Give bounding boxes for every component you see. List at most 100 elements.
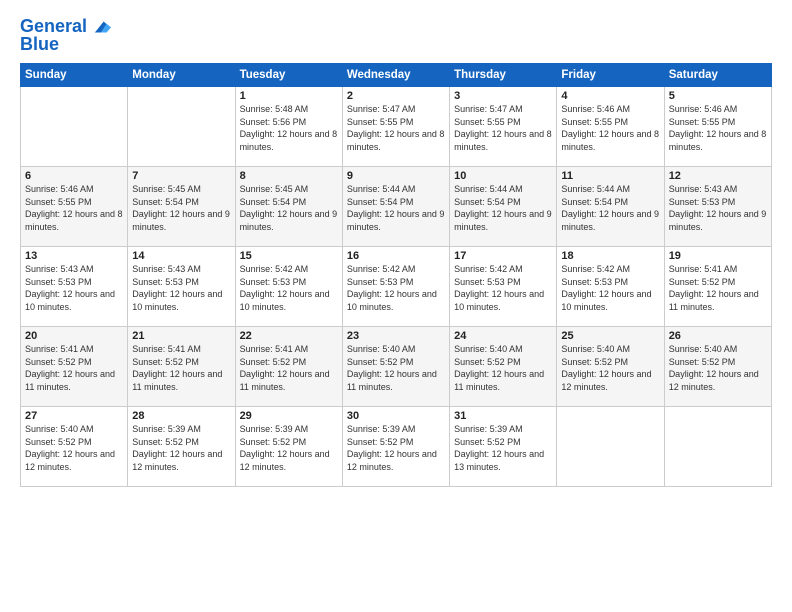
calendar-cell: 21 Sunrise: 5:41 AMSunset: 5:52 PMDayligh… (128, 327, 235, 407)
calendar-cell: 30 Sunrise: 5:39 AMSunset: 5:52 PMDayligh… (342, 407, 449, 487)
day-info: Sunrise: 5:47 AMSunset: 5:55 PMDaylight:… (454, 104, 552, 152)
day-number: 14 (132, 250, 230, 262)
day-number: 17 (454, 250, 552, 262)
day-number: 4 (561, 90, 659, 102)
day-info: Sunrise: 5:40 AMSunset: 5:52 PMDaylight:… (669, 344, 759, 392)
logo: General Blue (20, 16, 113, 55)
weekday-header: Saturday (664, 64, 771, 87)
day-number: 29 (240, 410, 338, 422)
logo-icon (89, 16, 111, 38)
day-number: 7 (132, 170, 230, 182)
day-info: Sunrise: 5:47 AMSunset: 5:55 PMDaylight:… (347, 104, 445, 152)
day-number: 11 (561, 170, 659, 182)
weekday-header: Tuesday (235, 64, 342, 87)
calendar-cell: 22 Sunrise: 5:41 AMSunset: 5:52 PMDayligh… (235, 327, 342, 407)
calendar-cell: 10 Sunrise: 5:44 AMSunset: 5:54 PMDayligh… (450, 167, 557, 247)
day-info: Sunrise: 5:43 AMSunset: 5:53 PMDaylight:… (132, 264, 222, 312)
calendar-week-row: 1 Sunrise: 5:48 AMSunset: 5:56 PMDaylight… (21, 87, 772, 167)
calendar-cell: 2 Sunrise: 5:47 AMSunset: 5:55 PMDaylight… (342, 87, 449, 167)
day-info: Sunrise: 5:43 AMSunset: 5:53 PMDaylight:… (669, 184, 767, 232)
day-number: 30 (347, 410, 445, 422)
day-number: 23 (347, 330, 445, 342)
header: General Blue (20, 16, 772, 55)
day-number: 22 (240, 330, 338, 342)
day-info: Sunrise: 5:41 AMSunset: 5:52 PMDaylight:… (132, 344, 222, 392)
day-number: 31 (454, 410, 552, 422)
calendar-cell (21, 87, 128, 167)
day-number: 8 (240, 170, 338, 182)
calendar-header-row: SundayMondayTuesdayWednesdayThursdayFrid… (21, 64, 772, 87)
day-info: Sunrise: 5:41 AMSunset: 5:52 PMDaylight:… (240, 344, 330, 392)
weekday-header: Wednesday (342, 64, 449, 87)
day-info: Sunrise: 5:40 AMSunset: 5:52 PMDaylight:… (347, 344, 437, 392)
calendar-body: 1 Sunrise: 5:48 AMSunset: 5:56 PMDaylight… (21, 87, 772, 487)
calendar-cell: 17 Sunrise: 5:42 AMSunset: 5:53 PMDayligh… (450, 247, 557, 327)
day-info: Sunrise: 5:48 AMSunset: 5:56 PMDaylight:… (240, 104, 338, 152)
day-number: 20 (25, 330, 123, 342)
calendar-cell: 6Sunrise: 5:46 AMSunset: 5:55 PMDaylight… (21, 167, 128, 247)
calendar-cell: 3 Sunrise: 5:47 AMSunset: 5:55 PMDaylight… (450, 87, 557, 167)
day-info: Sunrise: 5:44 AMSunset: 5:54 PMDaylight:… (454, 184, 552, 232)
day-number: 12 (669, 170, 767, 182)
calendar-cell: 23 Sunrise: 5:40 AMSunset: 5:52 PMDayligh… (342, 327, 449, 407)
weekday-header: Thursday (450, 64, 557, 87)
day-info: Sunrise: 5:40 AMSunset: 5:52 PMDaylight:… (561, 344, 651, 392)
calendar-cell: 16Sunrise: 5:42 AMSunset: 5:53 PMDayligh… (342, 247, 449, 327)
day-number: 18 (561, 250, 659, 262)
calendar-cell: 4 Sunrise: 5:46 AMSunset: 5:55 PMDaylight… (557, 87, 664, 167)
calendar-week-row: 6Sunrise: 5:46 AMSunset: 5:55 PMDaylight… (21, 167, 772, 247)
day-number: 13 (25, 250, 123, 262)
calendar-cell: 25 Sunrise: 5:40 AMSunset: 5:52 PMDayligh… (557, 327, 664, 407)
calendar-cell: 28 Sunrise: 5:39 AMSunset: 5:52 PMDayligh… (128, 407, 235, 487)
calendar-week-row: 20 Sunrise: 5:41 AMSunset: 5:52 PMDayligh… (21, 327, 772, 407)
day-info: Sunrise: 5:46 AMSunset: 5:55 PMDaylight:… (561, 104, 659, 152)
day-info: Sunrise: 5:44 AMSunset: 5:54 PMDaylight:… (561, 184, 659, 232)
day-number: 2 (347, 90, 445, 102)
day-number: 25 (561, 330, 659, 342)
calendar-cell: 27Sunrise: 5:40 AMSunset: 5:52 PMDayligh… (21, 407, 128, 487)
day-number: 24 (454, 330, 552, 342)
calendar-cell: 8 Sunrise: 5:45 AMSunset: 5:54 PMDaylight… (235, 167, 342, 247)
day-info: Sunrise: 5:39 AMSunset: 5:52 PMDaylight:… (347, 424, 437, 472)
calendar-cell: 15 Sunrise: 5:42 AMSunset: 5:53 PMDayligh… (235, 247, 342, 327)
calendar-cell: 5Sunrise: 5:46 AMSunset: 5:55 PMDaylight… (664, 87, 771, 167)
day-info: Sunrise: 5:41 AMSunset: 5:52 PMDaylight:… (25, 344, 115, 392)
day-info: Sunrise: 5:39 AMSunset: 5:52 PMDaylight:… (132, 424, 222, 472)
day-number: 1 (240, 90, 338, 102)
day-info: Sunrise: 5:46 AMSunset: 5:55 PMDaylight:… (669, 104, 767, 152)
day-number: 15 (240, 250, 338, 262)
day-info: Sunrise: 5:45 AMSunset: 5:54 PMDaylight:… (240, 184, 338, 232)
calendar-cell: 12 Sunrise: 5:43 AMSunset: 5:53 PMDayligh… (664, 167, 771, 247)
day-number: 10 (454, 170, 552, 182)
day-number: 28 (132, 410, 230, 422)
day-info: Sunrise: 5:43 AMSunset: 5:53 PMDaylight:… (25, 264, 115, 312)
calendar-week-row: 13 Sunrise: 5:43 AMSunset: 5:53 PMDayligh… (21, 247, 772, 327)
day-number: 9 (347, 170, 445, 182)
calendar-cell: 1 Sunrise: 5:48 AMSunset: 5:56 PMDaylight… (235, 87, 342, 167)
page: General Blue SundayMondayTuesdayWednesda… (0, 0, 792, 612)
day-info: Sunrise: 5:40 AMSunset: 5:52 PMDaylight:… (25, 424, 115, 472)
day-number: 21 (132, 330, 230, 342)
day-info: Sunrise: 5:42 AMSunset: 5:53 PMDaylight:… (561, 264, 651, 312)
day-number: 26 (669, 330, 767, 342)
calendar-cell: 26 Sunrise: 5:40 AMSunset: 5:52 PMDayligh… (664, 327, 771, 407)
day-info: Sunrise: 5:42 AMSunset: 5:53 PMDaylight:… (454, 264, 544, 312)
day-info: Sunrise: 5:42 AMSunset: 5:53 PMDaylight:… (240, 264, 330, 312)
weekday-header: Sunday (21, 64, 128, 87)
calendar-cell (664, 407, 771, 487)
calendar-cell: 24 Sunrise: 5:40 AMSunset: 5:52 PMDayligh… (450, 327, 557, 407)
weekday-header: Friday (557, 64, 664, 87)
day-info: Sunrise: 5:40 AMSunset: 5:52 PMDaylight:… (454, 344, 544, 392)
calendar-week-row: 27Sunrise: 5:40 AMSunset: 5:52 PMDayligh… (21, 407, 772, 487)
calendar-cell: 9 Sunrise: 5:44 AMSunset: 5:54 PMDaylight… (342, 167, 449, 247)
calendar-cell (557, 407, 664, 487)
weekday-header: Monday (128, 64, 235, 87)
calendar-table: SundayMondayTuesdayWednesdayThursdayFrid… (20, 63, 772, 487)
calendar-cell: 19Sunrise: 5:41 AMSunset: 5:52 PMDayligh… (664, 247, 771, 327)
day-number: 16 (347, 250, 445, 262)
calendar-cell: 7Sunrise: 5:45 AMSunset: 5:54 PMDaylight… (128, 167, 235, 247)
day-info: Sunrise: 5:44 AMSunset: 5:54 PMDaylight:… (347, 184, 445, 232)
day-info: Sunrise: 5:46 AMSunset: 5:55 PMDaylight:… (25, 184, 123, 232)
day-number: 3 (454, 90, 552, 102)
calendar-cell (128, 87, 235, 167)
